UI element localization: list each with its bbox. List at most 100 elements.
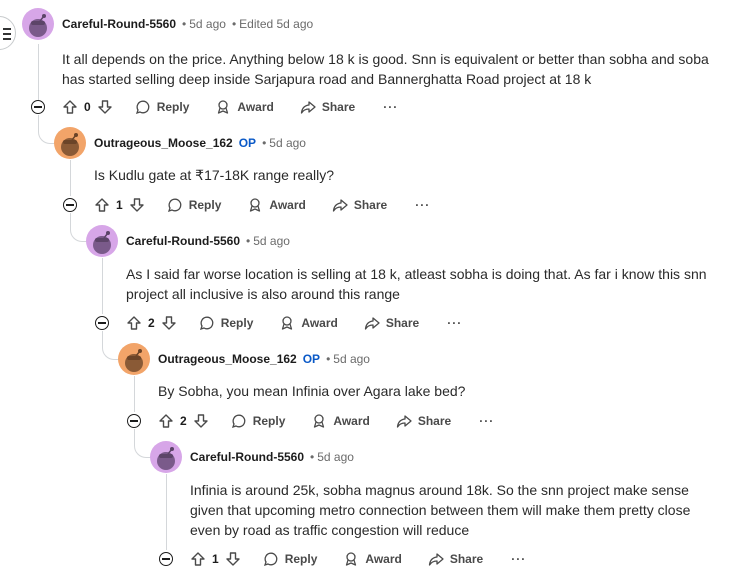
award-label: Award	[237, 100, 274, 114]
comment-actions: 2 Reply Award Share ···	[158, 409, 494, 433]
share-label: Share	[321, 100, 356, 114]
share-label: Share	[449, 552, 484, 566]
avatar[interactable]	[150, 441, 182, 473]
reply-button[interactable]: Reply	[199, 315, 254, 331]
downvote-icon[interactable]	[193, 413, 209, 429]
comment-body: It all depends on the price. Anything be…	[62, 51, 709, 87]
reply-label: Reply	[156, 100, 190, 114]
more-options-button[interactable]: ···	[511, 552, 526, 566]
vote-count: 2	[148, 316, 155, 330]
author-name[interactable]: Outrageous_Moose_162	[94, 136, 233, 150]
comment-meta: Careful-Round-5560 • 5d ago	[190, 449, 354, 465]
comment-body: As I said far worse location is selling …	[126, 266, 707, 302]
share-button[interactable]: Share	[364, 315, 419, 331]
upvote-icon[interactable]	[158, 413, 174, 429]
author-name[interactable]: Outrageous_Moose_162	[158, 352, 297, 366]
award-button[interactable]: Award	[247, 197, 306, 213]
upvote-icon[interactable]	[126, 315, 142, 331]
edited-label: Edited 5d ago	[239, 17, 314, 31]
comment-body: Is Kudlu gate at ₹17-18K range really?	[94, 167, 335, 183]
separator-dot: •	[326, 352, 331, 366]
avatar[interactable]	[22, 8, 54, 40]
reply-button[interactable]: Reply	[135, 99, 190, 115]
award-label: Award	[365, 552, 402, 566]
comment-icon	[231, 414, 246, 429]
reply-label: Reply	[220, 316, 254, 330]
downvote-icon[interactable]	[129, 197, 145, 213]
comment-meta: Outrageous_Moose_162 OP • 5d ago	[94, 135, 306, 151]
downvote-icon[interactable]	[161, 315, 177, 331]
timestamp[interactable]: 5d ago	[253, 234, 290, 248]
share-icon	[364, 317, 380, 330]
separator-dot: •	[262, 136, 267, 150]
upvote-icon[interactable]	[62, 99, 78, 115]
thread-line	[166, 474, 167, 550]
upvote-icon[interactable]	[190, 551, 206, 567]
award-button[interactable]: Award	[215, 99, 274, 115]
award-button[interactable]: Award	[279, 315, 338, 331]
share-icon	[396, 415, 412, 428]
more-options-button[interactable]: ···	[415, 198, 430, 212]
more-options-button[interactable]: ···	[447, 316, 462, 330]
award-label: Award	[269, 198, 306, 212]
timestamp[interactable]: 5d ago	[317, 450, 354, 464]
collapse-comment-button[interactable]	[95, 316, 109, 330]
comment-icon	[199, 316, 214, 331]
downvote-icon[interactable]	[225, 551, 241, 567]
comment-actions: 1 Reply Award Share ···	[94, 193, 430, 217]
separator-dot: •	[182, 17, 187, 31]
award-button[interactable]: Award	[343, 551, 402, 567]
share-button[interactable]: Share	[300, 99, 355, 115]
more-options-button[interactable]: ···	[479, 414, 494, 428]
award-button[interactable]: Award	[311, 413, 370, 429]
avatar[interactable]	[86, 225, 118, 257]
thread-connector	[70, 213, 87, 242]
vote-count: 1	[116, 198, 123, 212]
vote-count: 0	[84, 100, 91, 114]
share-button[interactable]: Share	[332, 197, 387, 213]
share-icon	[300, 101, 316, 114]
award-icon	[314, 414, 325, 428]
reply-label: Reply	[252, 414, 286, 428]
thread-line	[70, 160, 71, 196]
thread-line	[134, 376, 135, 412]
award-icon	[250, 198, 261, 212]
award-icon	[218, 100, 229, 114]
reply-label: Reply	[284, 552, 318, 566]
timestamp[interactable]: 5d ago	[333, 352, 370, 366]
avatar[interactable]	[54, 127, 86, 159]
author-name[interactable]: Careful-Round-5560	[62, 17, 176, 31]
share-icon	[332, 199, 348, 212]
reply-button[interactable]: Reply	[263, 551, 318, 567]
vote-count: 2	[180, 414, 187, 428]
award-label: Award	[333, 414, 370, 428]
vote-count: 1	[212, 552, 219, 566]
collapse-comment-button[interactable]	[127, 414, 141, 428]
reply-button[interactable]: Reply	[167, 197, 222, 213]
reply-button[interactable]: Reply	[231, 413, 286, 429]
timestamp[interactable]: 5d ago	[269, 136, 306, 150]
timestamp[interactable]: 5d ago	[189, 17, 226, 31]
separator-dot: •	[246, 234, 251, 248]
collapse-comment-button[interactable]	[31, 100, 45, 114]
author-name[interactable]: Careful-Round-5560	[190, 450, 304, 464]
author-name[interactable]: Careful-Round-5560	[126, 234, 240, 248]
comment-actions: 1 Reply Award Share ···	[190, 547, 526, 571]
reply-label: Reply	[188, 198, 222, 212]
upvote-icon[interactable]	[94, 197, 110, 213]
share-button[interactable]: Share	[396, 413, 451, 429]
op-badge: OP	[302, 352, 321, 366]
award-label: Award	[301, 316, 338, 330]
comment-icon	[263, 552, 278, 567]
avatar[interactable]	[118, 343, 150, 375]
collapse-comment-button[interactable]	[159, 552, 173, 566]
share-button[interactable]: Share	[428, 551, 483, 567]
collapse-thread-menu-button[interactable]	[0, 16, 16, 50]
comment-meta: Careful-Round-5560 • 5d ago	[126, 233, 290, 249]
share-label: Share	[417, 414, 452, 428]
more-options-button[interactable]: ···	[383, 100, 398, 114]
collapse-comment-button[interactable]	[63, 198, 77, 212]
downvote-icon[interactable]	[97, 99, 113, 115]
comment-meta: Careful-Round-5560 • 5d ago • Edited 5d ago	[62, 16, 313, 32]
comment-icon	[135, 100, 150, 115]
